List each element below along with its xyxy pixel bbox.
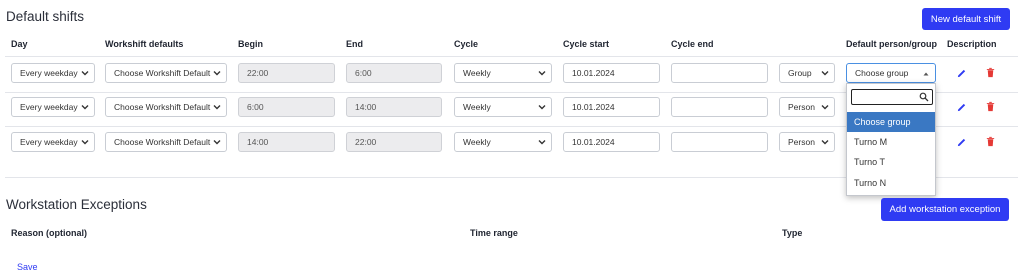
col-type: Type [782,228,803,238]
cycle-start-input[interactable]: 10.01.2024 [563,97,660,117]
col-cycle: Cycle [454,39,479,49]
chevron-down-icon [213,140,221,145]
dropdown-search-input[interactable] [851,89,933,105]
chevron-down-icon [81,140,89,145]
col-cycle-start: Cycle start [563,39,610,49]
begin-time-field: 22:00 [238,63,335,83]
edit-icon[interactable] [956,102,967,113]
cycle-end-input[interactable] [671,63,768,83]
save-link[interactable]: Save [17,262,38,272]
end-time-field: 6:00 [346,63,442,83]
workshift-default-value: Choose Workshift Default [114,137,211,147]
dropdown-option[interactable]: Choose group [847,112,935,132]
workshift-default-select[interactable]: Choose Workshift Default [105,63,227,83]
cycle-select[interactable]: Weekly [454,132,552,152]
col-description: Description [947,39,997,49]
default-shifts-title: Default shifts [6,9,85,24]
cycle-start-input[interactable]: 10.01.2024 [563,63,660,83]
workshift-default-value: Choose Workshift Default [114,102,211,112]
delete-icon[interactable] [985,101,996,112]
col-cycle-end: Cycle end [671,39,714,49]
assignee-type-select[interactable]: Person [779,132,835,152]
day-select[interactable]: Every weekday [11,63,95,83]
chevron-down-icon [538,71,546,76]
begin-time-field: 6:00 [238,97,335,117]
chevron-down-icon [821,71,829,76]
chevron-down-icon [538,105,546,110]
col-default-person-group: Default person/group [846,39,938,49]
chevron-down-icon [81,105,89,110]
chevron-down-icon [81,71,89,76]
dropdown-option[interactable]: Turno M [847,132,935,152]
cycle-end-input[interactable] [671,97,768,117]
col-begin: Begin [238,39,264,49]
day-select[interactable]: Every weekday [11,132,95,152]
cycle-select-value: Weekly [463,68,491,78]
cycle-select[interactable]: Weekly [454,97,552,117]
dropdown-option[interactable]: Turno N [847,173,935,193]
person-group-select[interactable]: Choose group [846,63,936,83]
assignee-type-select[interactable]: Person [779,97,835,117]
delete-icon[interactable] [985,67,996,78]
chevron-down-icon [213,105,221,110]
cycle-end-input[interactable] [671,132,768,152]
col-end: End [346,39,363,49]
chevron-down-icon [213,71,221,76]
col-day: Day [11,39,28,49]
cycle-start-input[interactable]: 10.01.2024 [563,132,660,152]
assignee-type-value: Person [788,137,815,147]
delete-icon[interactable] [985,136,996,147]
dropdown-option[interactable]: Turno T [847,152,935,172]
person-group-dropdown: Choose group Turno M Turno T Turno N [846,83,936,196]
chevron-down-icon [821,140,829,145]
col-reason: Reason (optional) [11,228,87,238]
assignee-type-value: Person [788,102,815,112]
search-icon [919,92,929,102]
day-select-value: Every weekday [20,137,78,147]
cycle-select-value: Weekly [463,102,491,112]
begin-time-field: 14:00 [238,132,335,152]
workshift-default-value: Choose Workshift Default [114,68,211,78]
assignee-type-value: Group [788,68,812,78]
caret-up-icon [923,72,929,76]
workshift-default-select[interactable]: Choose Workshift Default [105,132,227,152]
edit-icon[interactable] [956,137,967,148]
end-time-field: 22:00 [346,132,442,152]
cycle-select[interactable]: Weekly [454,63,552,83]
row-divider [5,56,1018,57]
edit-icon[interactable] [956,68,967,79]
add-workstation-exception-button[interactable]: Add workstation exception [881,198,1009,221]
assignee-type-select[interactable]: Group [779,63,835,83]
person-group-value: Choose group [855,68,909,78]
workstation-exceptions-title: Workstation Exceptions [6,197,147,212]
day-select[interactable]: Every weekday [11,97,95,117]
col-time-range: Time range [470,228,518,238]
col-workshift-defaults: Workshift defaults [105,39,184,49]
workshift-default-select[interactable]: Choose Workshift Default [105,97,227,117]
chevron-down-icon [538,140,546,145]
chevron-down-icon [821,105,829,110]
cycle-select-value: Weekly [463,137,491,147]
end-time-field: 14:00 [346,97,442,117]
day-select-value: Every weekday [20,102,78,112]
day-select-value: Every weekday [20,68,78,78]
new-default-shift-button[interactable]: New default shift [922,8,1010,30]
